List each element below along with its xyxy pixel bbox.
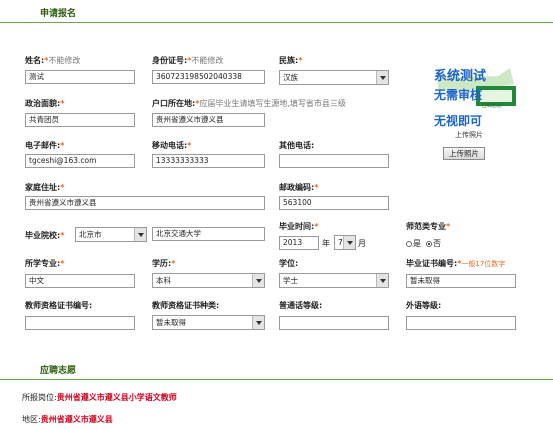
chevron-down-icon [252,274,264,287]
other-phone-field[interactable] [279,154,389,168]
id-number-field[interactable]: 360723198502040338 [152,70,265,84]
major-field[interactable]: 中文 [25,274,135,288]
address-field[interactable]: 贵州省遵义市遵义县 [25,196,265,210]
radio-selected-icon [426,241,432,247]
foreign-label: 外语等级: [406,301,442,310]
degree-select[interactable]: 学士 [279,273,389,288]
photo-caption: 上传照片 [455,131,483,139]
cert-no-field[interactable]: 暂未取得 [406,274,516,288]
teacher-cert-type-select[interactable]: 暂未取得 [152,315,265,330]
chevron-down-icon [252,316,264,329]
chevron-down-icon [376,71,388,84]
grad-month-select[interactable]: 7 [334,235,356,250]
political-label: 政治面貌:* [25,99,65,108]
teacher-cert-no-label: 教师资格证书编号: [25,301,93,310]
mandarin-field[interactable] [279,316,389,330]
foreign-field[interactable] [406,316,516,330]
year-unit: 年 [322,239,330,248]
normal-no-radio[interactable]: 否 [426,238,441,249]
email-label: 电子邮件:* [25,141,65,150]
area-row: 地区:贵州省遵义市遵义县 [22,415,113,424]
chevron-down-icon [376,274,388,287]
section-divider [0,22,553,23]
school-label: 毕业院校:* [25,231,65,240]
section-title-apply: 申请报名 [40,9,77,19]
edu-select[interactable]: 本科 [152,273,265,288]
month-unit: 月 [358,239,366,248]
email-field[interactable]: tgceshi@163.com [25,154,135,168]
section-title-application: 应聘志愿 [40,366,77,376]
mobile-field[interactable]: 13333333333 [152,154,265,168]
edu-label: 学历:* [152,259,176,268]
name-field[interactable]: 测试 [25,70,135,84]
normal-major-label: 师范类专业* [406,222,451,231]
area-value: 贵州省遵义市遵义县 [40,415,113,424]
photo-preview: 系统测试 无需审核 应聘志愿 无视即可 [418,60,534,132]
degree-label: 学位: [279,259,299,268]
school-city-select[interactable]: 北京市 [75,227,147,242]
mandarin-label: 普通话等级: [279,301,323,310]
other-phone-label: 其他电话: [279,141,315,150]
ethnic-select[interactable]: 汉族 [279,70,389,85]
address-label: 家庭住址:* [25,183,65,192]
teacher-cert-type-label: 教师资格证书种类: [152,301,220,310]
major-label: 所学专业:* [25,259,65,268]
cert-no-label: 毕业证书编号:*一般17位数字 [406,259,506,268]
teacher-cert-no-field[interactable] [25,316,135,330]
section-divider [0,379,553,380]
hukou-label: 户口所在地:*应届毕业生请填写生源地,填写省市县三级 [152,99,346,108]
postcode-field[interactable]: 563100 [279,196,389,210]
name-label: 姓名:*不能修改 [25,56,81,65]
postcode-label: 邮政编码:* [279,183,319,192]
political-field[interactable]: 共青团员 [25,113,135,127]
mobile-label: 移动电话:* [152,141,192,150]
radio-icon [406,241,412,247]
normal-yes-radio[interactable]: 是 [406,238,421,249]
position-value: 贵州省遵义市遵义县小学语文教师 [56,393,177,402]
ethnic-label: 民族:* [279,56,303,65]
id-label: 身份证号:*不能修改 [152,56,224,65]
chevron-down-icon [343,236,355,249]
grad-year-field[interactable]: 2013 [279,236,319,250]
grad-time-label: 毕业时间:* [279,222,319,231]
upload-photo-button[interactable]: 上传照片 [443,147,485,160]
chevron-down-icon [134,228,146,241]
school-field[interactable]: 北京交通大学 [152,227,265,241]
position-row: 所报岗位:贵州省遵义市遵义县小学语文教师 [22,393,177,402]
hukou-field[interactable]: 贵州省遵义市遵义县 [152,113,265,127]
